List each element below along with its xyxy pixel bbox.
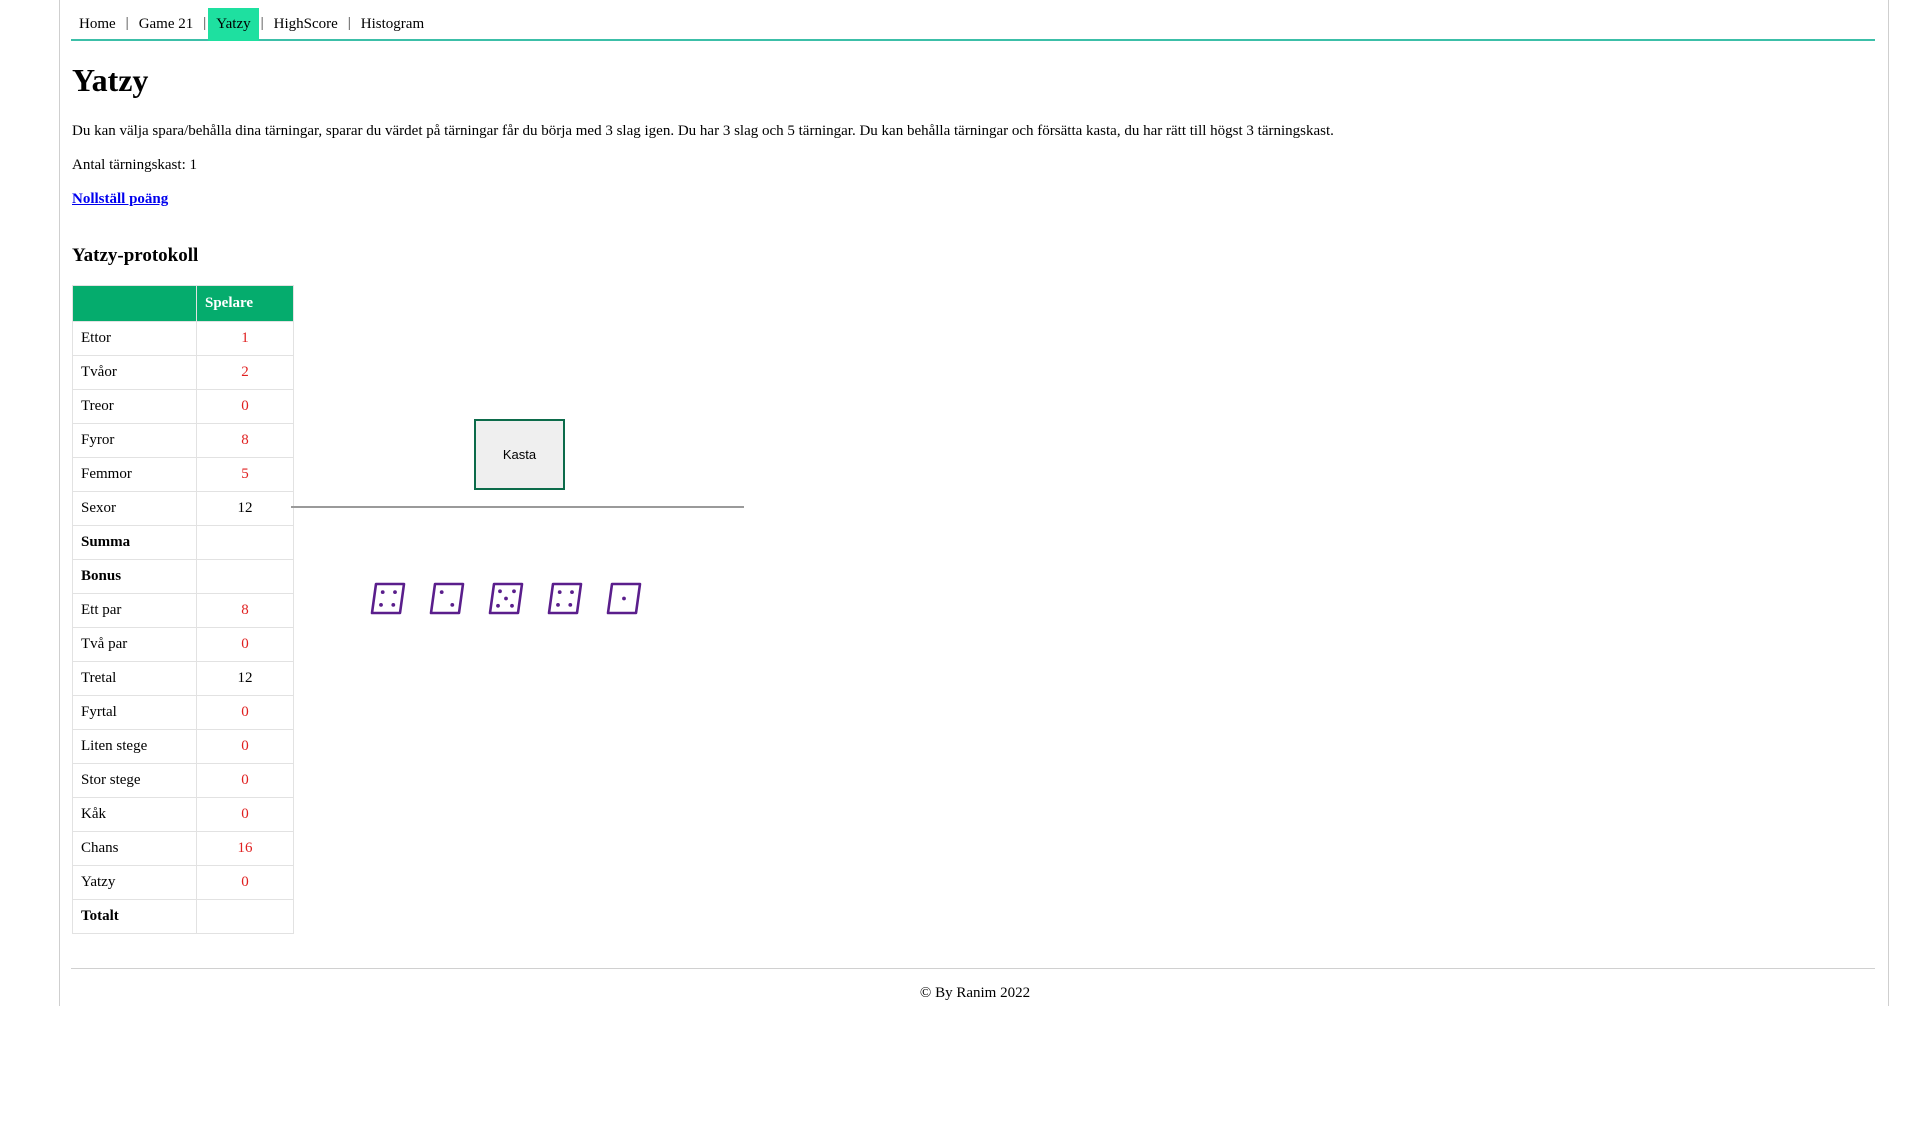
header-player: Spelare: [196, 285, 294, 322]
row-label: Ett par: [72, 593, 197, 628]
row-label: Summa: [72, 525, 197, 560]
nav-separator: |: [125, 15, 129, 31]
row-value: [196, 559, 294, 594]
row-label: Två par: [72, 627, 197, 662]
die-1-icon[interactable]: [606, 582, 642, 615]
nav-separator: |: [203, 15, 207, 31]
table-row: Tretal 12: [72, 661, 294, 696]
header-blank: [72, 285, 197, 322]
row-label: Sexor: [72, 491, 197, 526]
row-value: [196, 525, 294, 560]
reset-score-link[interactable]: Nollställ poäng: [72, 191, 168, 208]
table-row: Tvåor 2: [72, 355, 294, 390]
nav-separator: |: [347, 15, 351, 31]
protocol-heading: Yatzy-protokoll: [72, 245, 199, 266]
row-value: 8: [196, 593, 294, 628]
row-label: Femmor: [72, 457, 197, 492]
table-row: Ettor 1: [72, 321, 294, 356]
row-label: Fyror: [72, 423, 197, 458]
row-value: 0: [196, 797, 294, 832]
table-row: Totalt: [72, 899, 294, 934]
nav-home[interactable]: Home: [71, 8, 124, 41]
dice-row: [370, 582, 642, 615]
table-row: Fyror 8: [72, 423, 294, 458]
row-label: Kåk: [72, 797, 197, 832]
row-value: [196, 899, 294, 934]
divider: [291, 506, 744, 508]
row-value: 0: [196, 695, 294, 730]
row-value: 0: [196, 729, 294, 764]
row-value: 0: [196, 763, 294, 798]
row-label: Liten stege: [72, 729, 197, 764]
row-label: Tvåor: [72, 355, 197, 390]
row-value: 12: [196, 661, 294, 696]
row-value: 16: [196, 831, 294, 866]
table-row: Bonus: [72, 559, 294, 594]
game-description: Du kan välja spara/behålla dina tärninga…: [72, 123, 1334, 139]
table-row: Kåk 0: [72, 797, 294, 832]
row-label: Tretal: [72, 661, 197, 696]
die-4-icon[interactable]: [547, 582, 583, 615]
main-nav: Home | Game 21 | Yatzy | HighScore | His…: [71, 8, 1875, 41]
table-row: Fyrtal 0: [72, 695, 294, 730]
throw-button[interactable]: Kasta: [474, 419, 565, 490]
table-row: Chans 16: [72, 831, 294, 866]
table-row: Treor 0: [72, 389, 294, 424]
page-title: Yatzy: [72, 62, 149, 98]
row-label: Ettor: [72, 321, 197, 356]
score-table-header: Spelare: [72, 285, 294, 322]
footer-divider: [71, 968, 1875, 969]
nav-yatzy[interactable]: Yatzy: [208, 8, 259, 41]
row-value: 2: [196, 355, 294, 390]
row-value: 0: [196, 389, 294, 424]
row-value: 12: [196, 491, 294, 526]
nav-game21[interactable]: Game 21: [131, 8, 202, 41]
row-label: Chans: [72, 831, 197, 866]
table-row: Liten stege 0: [72, 729, 294, 764]
die-4-icon[interactable]: [370, 582, 406, 615]
table-row: Ett par 8: [72, 593, 294, 628]
nav-separator: |: [260, 15, 264, 31]
nav-histogram[interactable]: Histogram: [353, 8, 432, 41]
nav-highscore[interactable]: HighScore: [266, 8, 346, 41]
row-label: Bonus: [72, 559, 197, 594]
row-label: Fyrtal: [72, 695, 197, 730]
die-5-icon[interactable]: [488, 582, 524, 615]
table-row: Yatzy 0: [72, 865, 294, 900]
page-container: Home | Game 21 | Yatzy | HighScore | His…: [59, 0, 1889, 1006]
row-value: 1: [196, 321, 294, 356]
table-row: Stor stege 0: [72, 763, 294, 798]
row-value: 0: [196, 627, 294, 662]
row-value: 8: [196, 423, 294, 458]
footer-text: © By Ranim 2022: [919, 985, 1031, 1001]
throw-count: Antal tärningskast: 1: [72, 157, 197, 173]
row-label: Stor stege: [72, 763, 197, 798]
row-label: Treor: [72, 389, 197, 424]
die-2-icon[interactable]: [429, 582, 465, 615]
row-label: Totalt: [72, 899, 197, 934]
score-table: Spelare Ettor 1 Tvåor 2 Treor 0 Fyror 8 Femmor 5 S…: [72, 285, 294, 934]
table-row: Sexor 12: [72, 491, 294, 526]
table-row: Femmor 5: [72, 457, 294, 492]
row-label: Yatzy: [72, 865, 197, 900]
row-value: 0: [196, 865, 294, 900]
row-value: 5: [196, 457, 294, 492]
table-row: Två par 0: [72, 627, 294, 662]
table-row: Summa: [72, 525, 294, 560]
